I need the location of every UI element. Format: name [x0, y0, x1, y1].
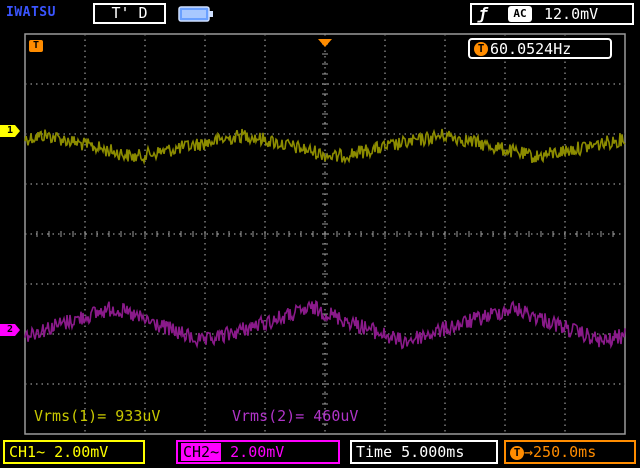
- ch1-scale: CH1~ 2.00mV: [9, 443, 109, 461]
- ch2-vrms-measurement: Vrms(2)= 460uV: [232, 407, 359, 425]
- ch2-scale: 2.00mV: [230, 443, 285, 461]
- trigger-delay-value: →250.0ms: [524, 443, 597, 461]
- ch1-scale-box[interactable]: CH1~ 2.00mV: [3, 440, 145, 464]
- frequency-value: 60.0524Hz: [490, 40, 572, 58]
- ch2-ground-marker[interactable]: 2: [0, 324, 20, 336]
- rising-edge-icon: ƒ: [478, 4, 488, 23]
- trigger-point-icon: [318, 32, 332, 51]
- delay-tag: T: [510, 446, 524, 460]
- acquisition-mode: T' D: [93, 3, 166, 24]
- trigger-level: 12.0mV: [544, 5, 599, 23]
- timebase-box[interactable]: Time 5.000ms: [350, 440, 498, 464]
- timebase-value: Time 5.000ms: [356, 443, 465, 461]
- ch1-vrms-measurement: Vrms(1)= 933uV: [34, 407, 161, 425]
- trigger-position-marker: T: [29, 40, 43, 52]
- trigger-delay-box[interactable]: T →250.0ms: [504, 440, 636, 464]
- ch2-waveform: [24, 299, 626, 350]
- brand-logo: IWATSU: [6, 5, 56, 20]
- ch2-tag: CH2~: [181, 443, 222, 461]
- trigger-settings[interactable]: ƒ AC 12.0mV: [470, 3, 634, 25]
- frequency-readout: T 60.0524Hz: [468, 38, 612, 59]
- battery-icon: [178, 6, 214, 26]
- waveform-graticule: [24, 33, 626, 435]
- ch2-scale-box[interactable]: CH2~ 2.00mV: [176, 440, 340, 464]
- trigger-freq-tag: T: [474, 42, 488, 56]
- trigger-coupling-badge: AC: [508, 6, 532, 22]
- ch1-ground-marker[interactable]: 1: [0, 125, 20, 137]
